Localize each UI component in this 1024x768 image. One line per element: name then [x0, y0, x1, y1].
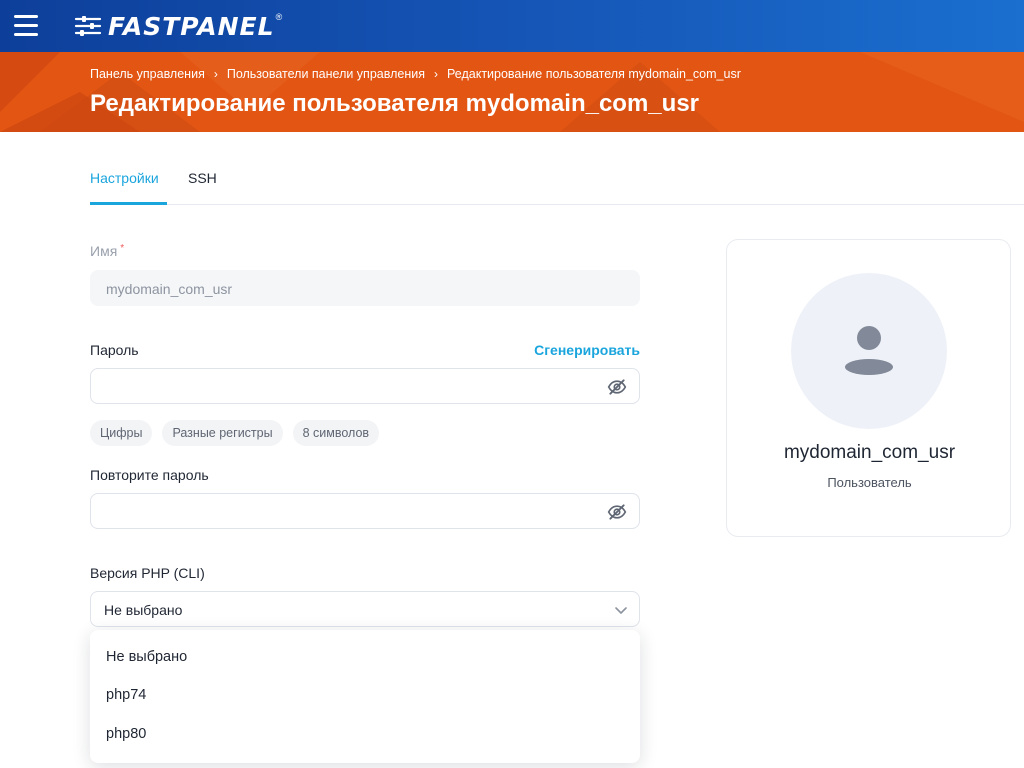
profile-username: mydomain_com_usr — [783, 442, 956, 463]
hamburger-menu-icon[interactable] — [12, 12, 40, 40]
eye-off-icon[interactable] — [607, 502, 627, 522]
active-tab-indicator — [90, 202, 167, 205]
page-title: Редактирование пользователя mydomain_com… — [90, 90, 699, 117]
breadcrumb-item-panel-users[interactable]: Пользователи панели управления — [227, 67, 425, 81]
php-version-dropdown: Не выбрано php74 php80 — [90, 630, 640, 763]
breadcrumb-item-control-panel[interactable]: Панель управления — [90, 67, 205, 81]
logo-registered-mark: ® — [275, 12, 283, 22]
name-field-value: mydomain_com_usr — [106, 281, 233, 297]
eye-off-icon[interactable] — [607, 377, 627, 397]
tab-bar: Настройки SSH — [90, 132, 1024, 205]
password-repeat-field[interactable] — [90, 493, 640, 529]
password-field[interactable] — [90, 368, 640, 404]
page-header: Панель управления › Пользователи панели … — [0, 52, 1024, 132]
breadcrumb-chevron-icon: › — [213, 67, 218, 81]
breadcrumb-item-current: Редактирование пользователя mydomain_com… — [447, 67, 741, 81]
tab-ssh[interactable]: SSH — [188, 170, 217, 186]
breadcrumb: Панель управления › Пользователи панели … — [90, 67, 741, 81]
top-bar: FASTPANEL ® — [0, 0, 1024, 52]
php-version-label: Версия PHP (CLI) — [90, 565, 205, 581]
requirement-chip: Цифры — [90, 420, 153, 446]
php-version-select[interactable]: Не выбрано — [90, 591, 640, 627]
requirement-chip: Разные регистры — [162, 420, 283, 446]
avatar — [791, 273, 947, 429]
fastpanel-logo[interactable]: FASTPANEL ® — [74, 10, 282, 42]
dropdown-option-none[interactable]: Не выбрано — [106, 649, 187, 665]
password-requirements: Цифры Разные регистры 8 символов — [90, 420, 380, 446]
name-field: mydomain_com_usr — [90, 270, 640, 306]
logo-mark-icon — [74, 16, 102, 36]
user-profile-card: mydomain_com_usr Пользователь — [726, 239, 1011, 537]
chevron-down-icon — [615, 607, 627, 614]
name-label-text: Имя — [90, 243, 118, 259]
logo-text: FASTPANEL — [108, 11, 275, 41]
generate-password-link[interactable]: Сгенерировать — [534, 342, 640, 358]
required-mark: * — [120, 243, 125, 254]
dropdown-option-php74[interactable]: php74 — [106, 687, 146, 703]
dropdown-option-php80[interactable]: php80 — [106, 726, 146, 742]
profile-role: Пользователь — [827, 475, 912, 490]
user-icon — [845, 326, 893, 375]
name-label: Имя * — [90, 243, 124, 259]
breadcrumb-chevron-icon: › — [434, 67, 438, 81]
requirement-chip: 8 символов — [292, 420, 380, 446]
php-version-selected: Не выбрано — [104, 602, 183, 618]
password-label: Пароль — [90, 342, 139, 358]
tab-settings[interactable]: Настройки — [90, 170, 159, 186]
password-repeat-label: Повторите пароль — [90, 467, 209, 483]
